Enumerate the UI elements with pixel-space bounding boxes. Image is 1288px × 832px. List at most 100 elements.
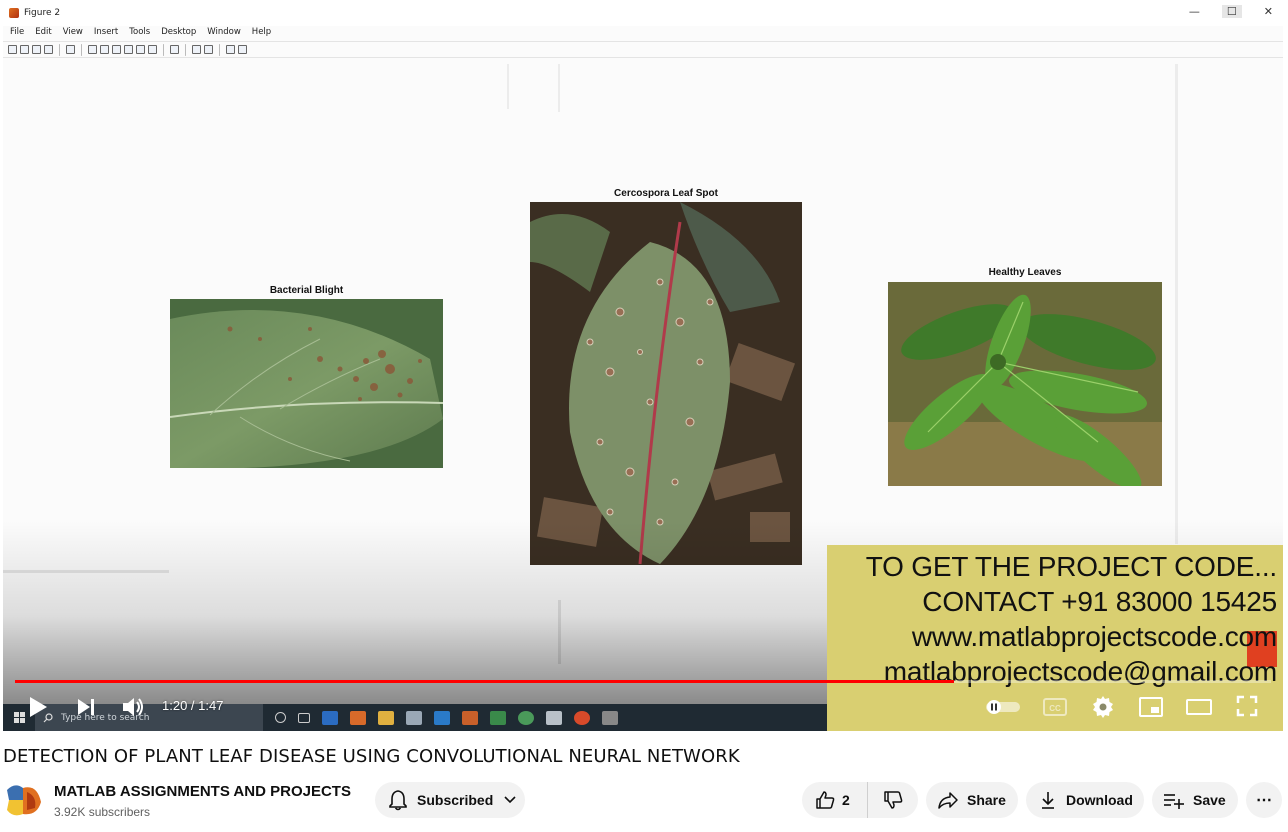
video-title: DETECTION OF PLANT LEAF DISEASE USING CO… — [3, 746, 740, 767]
like-button[interactable]: 2 — [802, 782, 868, 818]
data-cursor-icon — [136, 45, 145, 54]
miniplayer-icon — [1139, 697, 1163, 717]
thumbs-up-icon — [816, 791, 835, 809]
download-button[interactable]: Download — [1026, 782, 1144, 818]
download-icon — [1042, 792, 1054, 809]
save-button[interactable]: Save — [1152, 782, 1238, 818]
matlab-menubar: File Edit View Insert Tools Desktop Wind… — [3, 27, 1283, 41]
mute-button[interactable] — [121, 696, 145, 723]
next-button[interactable] — [76, 697, 96, 722]
matlab-window-buttons: — ☐ ✕ — [1189, 5, 1273, 18]
mail-icon — [434, 710, 450, 725]
toolbar-divider — [81, 43, 82, 56]
share-button[interactable]: Share — [926, 782, 1018, 818]
bg-window-edge — [3, 570, 169, 573]
rotate-icon — [124, 45, 133, 54]
menu-window: Window — [207, 27, 241, 37]
hide-plot-tools-icon — [226, 45, 235, 54]
bg-window-edge — [558, 600, 561, 664]
menu-view: View — [62, 27, 83, 37]
subtitles-button[interactable]: CC — [1043, 697, 1067, 722]
edge-icon — [322, 710, 338, 725]
subplot-title: Bacterial Blight — [269, 285, 344, 296]
promo-line-4: matlabprojectscode@gmail.com — [883, 656, 1277, 687]
dislike-button[interactable] — [868, 782, 918, 818]
autoplay-toggle[interactable] — [985, 699, 1021, 720]
taskbar-apps — [263, 710, 618, 725]
documents-icon — [546, 710, 562, 725]
zoom-in-icon — [88, 45, 97, 54]
progress-fill — [15, 680, 955, 683]
channel-avatar[interactable] — [3, 780, 43, 820]
like-count: 2 — [842, 792, 850, 808]
toolbar-divider — [185, 43, 186, 56]
cercospora-image — [530, 202, 802, 565]
save-icon — [32, 45, 41, 54]
fullscreen-button[interactable] — [1236, 695, 1258, 722]
matlab-logo-icon — [9, 8, 19, 18]
maximize-icon: ☐ — [1221, 5, 1242, 18]
next-icon — [78, 699, 94, 715]
subscribed-button[interactable]: Subscribed — [375, 782, 525, 818]
bg-window-edge — [1175, 64, 1178, 544]
video-app-icon — [602, 710, 618, 725]
menu-edit: Edit — [35, 27, 52, 37]
subscriber-count: 3.92K subscribers — [54, 805, 151, 819]
task-view-icon — [298, 712, 310, 723]
open-icon — [20, 45, 29, 54]
taskbar-search: Type here to search — [35, 704, 263, 731]
save-label: Save — [1193, 792, 1226, 808]
brush-icon — [148, 45, 157, 54]
chevron-down-icon — [504, 796, 516, 804]
menu-file: File — [10, 27, 25, 37]
print-icon — [44, 45, 53, 54]
subscribed-label: Subscribed — [417, 792, 494, 808]
bacterial-blight-image — [170, 299, 443, 468]
menu-tools: Tools — [129, 27, 151, 37]
link-icon — [170, 45, 179, 54]
toolbar-divider — [219, 43, 220, 56]
matlab-window-title: Figure 2 — [24, 8, 61, 18]
close-icon: ✕ — [1263, 5, 1273, 18]
excel-icon — [490, 710, 506, 725]
progress-bar[interactable] — [15, 680, 1271, 683]
miniplayer-button[interactable] — [1139, 696, 1163, 723]
colorbar-icon — [192, 45, 201, 54]
share-icon — [938, 792, 958, 809]
matlab-toolbar — [3, 41, 1283, 58]
pan-icon — [112, 45, 121, 54]
download-label: Download — [1066, 792, 1133, 808]
chrome-icon — [574, 710, 590, 725]
volume-icon — [123, 698, 143, 716]
play-button[interactable] — [27, 695, 49, 724]
menu-desktop: Desktop — [161, 27, 197, 37]
cc-icon: CC — [1043, 698, 1067, 716]
show-plot-tools-icon — [238, 45, 247, 54]
bg-window-edge — [558, 64, 560, 112]
settings-button[interactable] — [1091, 695, 1115, 724]
minimize-icon: — — [1188, 5, 1200, 18]
video-player[interactable]: Figure 2 — ☐ ✕ File Edit View Insert Too… — [3, 0, 1283, 731]
fullscreen-icon — [1236, 695, 1258, 717]
store-icon — [406, 710, 422, 725]
file-explorer-icon — [378, 710, 394, 725]
zoom-out-icon — [100, 45, 109, 54]
healthy-leaves-image — [888, 282, 1162, 486]
play-icon — [30, 697, 47, 717]
matlab-running-icon — [462, 710, 478, 725]
share-label: Share — [967, 792, 1006, 808]
more-actions-button[interactable]: ⋯ — [1246, 782, 1282, 818]
menu-insert: Insert — [93, 27, 119, 37]
promo-line-3: www.matlabprojectscode.com — [911, 621, 1277, 652]
toolbar-divider — [163, 43, 164, 56]
matlab-app-icon — [350, 710, 366, 725]
matlab-titlebar: Figure 2 — ☐ ✕ — [3, 0, 1283, 26]
like-dislike-group: 2 — [802, 782, 918, 818]
settings-icon — [1093, 696, 1113, 718]
promo-line-1: TO GET THE PROJECT CODE... — [865, 551, 1277, 582]
new-figure-icon — [8, 45, 17, 54]
channel-name[interactable]: MATLAB ASSIGNMENTS AND PROJECTS — [54, 783, 351, 800]
toolbar-divider — [59, 43, 60, 56]
subplot-title: Cercospora Leaf Spot — [614, 188, 718, 199]
theater-mode-button[interactable] — [1186, 697, 1212, 722]
